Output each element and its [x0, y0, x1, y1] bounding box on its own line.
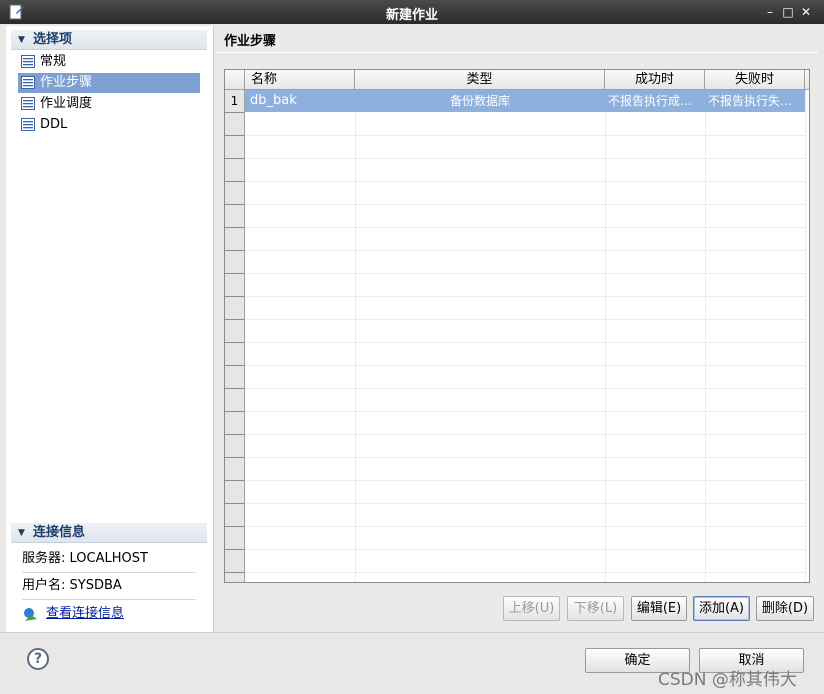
row-number: 1: [225, 90, 245, 113]
row-number: [225, 136, 245, 159]
row-number: [225, 182, 245, 205]
cell-type[interactable]: 备份数据库: [355, 90, 605, 112]
grid-line: [245, 158, 805, 159]
main-panel: 作业步骤 名称 类型 成功时 失败时 1 db_bak 备份数据库 不报告执行成…: [216, 26, 818, 632]
row-number: [225, 550, 245, 573]
grid-line: [355, 90, 356, 582]
view-connection-info-link[interactable]: 查看连接信息: [22, 604, 124, 624]
connection-section-label: 连接信息: [33, 525, 86, 540]
connection-info-icon: [24, 608, 37, 621]
sidebar-item-label: 作业调度: [40, 96, 93, 111]
row-number: [225, 274, 245, 297]
watermark: CSDN @称其伟大: [658, 670, 797, 690]
minimize-button[interactable]: –: [762, 3, 778, 21]
row-number: [225, 481, 245, 504]
title-divider: [216, 52, 818, 53]
grid-line: [245, 273, 805, 274]
grid-line: [245, 135, 805, 136]
grid-line: [245, 457, 805, 458]
sidebar-item-ddl[interactable]: DDL: [18, 115, 200, 135]
row-header-corner: [225, 70, 245, 90]
maximize-button[interactable]: □: [780, 3, 796, 21]
server-info: 服务器: LOCALHOST: [22, 546, 196, 573]
cell-on-success[interactable]: 不报告执行成...: [605, 90, 705, 112]
edit-button[interactable]: 编辑(E): [631, 596, 687, 621]
row-number: [225, 251, 245, 274]
grid-line: [245, 411, 805, 412]
sidebar-item-label: 作业步骤: [40, 75, 93, 90]
sidebar-item-label: 常规: [40, 54, 67, 69]
add-button[interactable]: 添加(A): [693, 596, 750, 621]
grid-line: [705, 90, 706, 582]
move-up-button[interactable]: 上移(U): [503, 596, 560, 621]
grid-line: [245, 503, 805, 504]
row-number: [225, 159, 245, 182]
row-number: [225, 297, 245, 320]
connection-section-header[interactable]: ▼ 连接信息: [11, 523, 207, 543]
cell-name[interactable]: db_bak: [245, 90, 355, 112]
close-button[interactable]: ✕: [798, 3, 814, 21]
grid-line: [605, 90, 606, 582]
delete-button[interactable]: 删除(D): [756, 596, 814, 621]
grid-line: [245, 434, 805, 435]
row-number: [225, 113, 245, 136]
cell-on-failure[interactable]: 不报告执行失...: [705, 90, 805, 112]
row-number: [225, 366, 245, 389]
column-header-filler: [805, 70, 809, 90]
grid-line: [245, 549, 805, 550]
help-icon[interactable]: ?: [27, 648, 49, 670]
grid-line: [245, 250, 805, 251]
column-header-name[interactable]: 名称: [245, 70, 355, 90]
user-info: 用户名: SYSDBA: [22, 573, 196, 600]
window-title: 新建作业: [385, 8, 438, 23]
row-number: [225, 320, 245, 343]
row-number: [225, 412, 245, 435]
grid-line: [245, 319, 805, 320]
row-number: [225, 343, 245, 366]
grid-line: [245, 204, 805, 205]
page-title: 作业步骤: [224, 34, 277, 49]
grid-line: [245, 227, 805, 228]
list-page-icon: [21, 76, 35, 89]
sidebar-item-general[interactable]: 常规: [18, 52, 200, 72]
sidebar: ▼ 选择项 常规 作业步骤 作业调度 DDL ▼ 连接信息 服务器: LOCAL…: [6, 26, 214, 632]
sidebar-item-job-steps[interactable]: 作业步骤: [18, 73, 200, 93]
row-number: [225, 205, 245, 228]
row-number: [225, 527, 245, 550]
row-number: [225, 435, 245, 458]
collapse-triangle-icon: ▼: [18, 528, 25, 538]
column-header-on-failure[interactable]: 失败时: [705, 70, 805, 90]
grid-line: [805, 90, 806, 582]
list-page-icon: [21, 118, 35, 131]
grid-line: [245, 572, 805, 573]
column-header-type[interactable]: 类型: [355, 70, 605, 90]
list-page-icon: [21, 55, 35, 68]
grid-line: [245, 296, 805, 297]
job-steps-table[interactable]: 名称 类型 成功时 失败时 1 db_bak 备份数据库 不报告执行成... 不…: [224, 69, 810, 583]
collapse-triangle-icon: ▼: [18, 35, 25, 45]
grid-line: [245, 181, 805, 182]
move-down-button[interactable]: 下移(L): [567, 596, 624, 621]
dialog-content: ▼ 选择项 常规 作业步骤 作业调度 DDL ▼ 连接信息 服务器: LOCAL…: [6, 26, 818, 632]
grid-line: [245, 342, 805, 343]
sidebar-item-label: DDL: [40, 117, 68, 132]
row-number: [225, 228, 245, 251]
grid-line: [245, 388, 805, 389]
grid-line: [245, 365, 805, 366]
list-page-icon: [21, 97, 35, 110]
column-header-on-success[interactable]: 成功时: [605, 70, 705, 90]
window-titlebar: 新建作业 – □ ✕: [0, 0, 824, 24]
grid-line: [245, 480, 805, 481]
row-number: [225, 573, 245, 582]
grid-line: [245, 526, 805, 527]
row-number: [225, 504, 245, 527]
row-number: [225, 389, 245, 412]
options-section-header[interactable]: ▼ 选择项: [11, 30, 207, 50]
row-number: [225, 458, 245, 481]
sidebar-item-job-schedule[interactable]: 作业调度: [18, 94, 200, 114]
options-section-label: 选择项: [33, 32, 73, 47]
